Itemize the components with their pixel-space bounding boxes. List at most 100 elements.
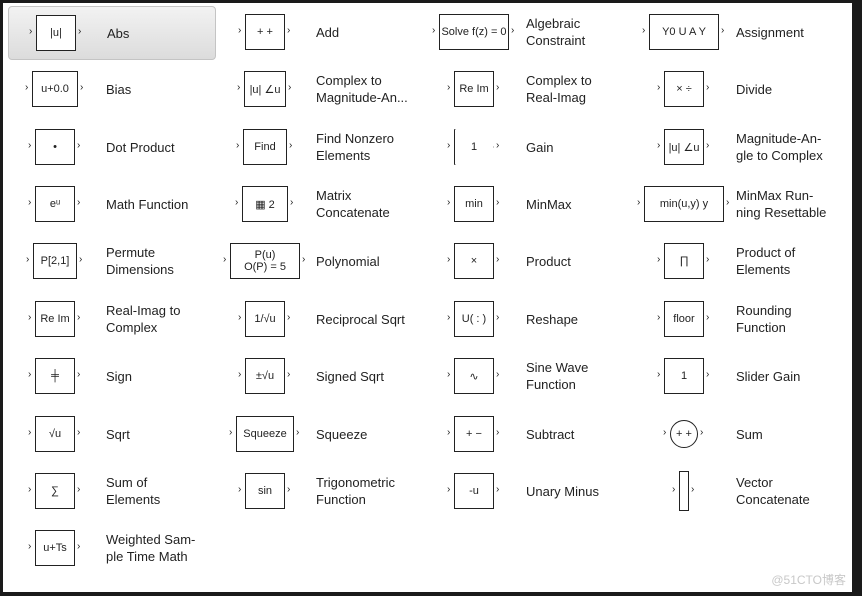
block-matrix-concatenate[interactable]: ▦ 2 › › Matrix Concatenate <box>218 178 424 230</box>
block-slider-gain[interactable]: 1 › › Slider Gain <box>638 350 844 402</box>
output-port-icon: › <box>496 312 500 323</box>
block-label: Matrix Concatenate <box>316 188 390 220</box>
block-label: Bias <box>106 81 132 97</box>
block-label: Sine Wave Function <box>526 360 589 392</box>
block-icon: |u| ∠u <box>244 71 286 107</box>
block-squeeze[interactable]: Squeeze › › Squeeze <box>218 408 424 460</box>
block-subtract[interactable]: + − › › Subtract <box>428 408 634 460</box>
block-add[interactable]: + + › › Add <box>218 6 424 58</box>
block-sum-of-elements[interactable]: ∑ › › Sum of Elements <box>8 465 214 517</box>
block-minmax[interactable]: min › › MinMax <box>428 178 634 230</box>
input-port-icon: › <box>657 369 661 380</box>
block-bias[interactable]: u+0.0 › › Bias <box>8 63 214 115</box>
block-reciprocal-sqrt[interactable]: 1/√u › › Reciprocal Sqrt <box>218 293 424 345</box>
block-label: Sqrt <box>106 426 130 442</box>
output-port-icon: › <box>77 427 81 438</box>
block-math-function[interactable]: eᵘ › › Math Function <box>8 178 214 230</box>
block-icon: |u| <box>36 15 76 51</box>
block-label: Abs <box>107 25 130 41</box>
block-real-imag-to-complex[interactable]: Re Im › › Real-Imag to Complex <box>8 293 214 345</box>
output-port-icon: › <box>496 484 500 495</box>
block-label: Math Function <box>106 196 189 212</box>
block-icon: Re Im <box>35 301 75 337</box>
input-port-icon: › <box>637 197 641 208</box>
block-product[interactable]: × › › Product <box>428 235 634 287</box>
block-icon: 1 <box>454 129 494 165</box>
block-label: Weighted Sam- ple Time Math <box>106 532 196 564</box>
block-polynomial[interactable]: P(u) O(P) = 5 › › Polynomial <box>218 235 424 287</box>
block-icon: sin <box>245 473 285 509</box>
block-sign[interactable]: ╪ › › Sign <box>8 350 214 402</box>
block-complex-to-magnitude-an[interactable]: |u| ∠u › › Complex to Magnitude-An... <box>218 63 424 115</box>
block-icon: P(u) O(P) = 5 <box>230 243 300 279</box>
block-algebraic-constraint[interactable]: Solve f(z) = 0 › › Algebraic Constraint <box>428 6 634 58</box>
block-abs[interactable]: |u| › › Abs <box>8 6 216 60</box>
input-port-icon: › <box>28 140 32 151</box>
input-port-icon: › <box>447 82 451 93</box>
block-permute-dimensions[interactable]: P[2,1] › › Permute Dimensions <box>8 235 214 287</box>
input-port-icon: › <box>657 82 661 93</box>
block-gain[interactable]: 1 › › Gain <box>428 121 634 173</box>
output-port-icon: › <box>77 369 81 380</box>
block-complex-to-real-imag[interactable]: Re Im › › Complex to Real-Imag <box>428 63 634 115</box>
block-magnitude-an-gle-to-complex[interactable]: |u| ∠u › › Magnitude-An- gle to Complex <box>638 121 844 173</box>
block-assignment[interactable]: Y0 U A Y › › Assignment <box>638 6 844 58</box>
block-dot-product[interactable]: • › › Dot Product <box>8 121 214 173</box>
block-icon: • <box>35 129 75 165</box>
input-port-icon: › <box>28 427 32 438</box>
output-port-icon: › <box>496 369 500 380</box>
input-port-icon: › <box>238 369 242 380</box>
block-vector-concatenate[interactable]: › › Vector Concatenate <box>638 465 844 517</box>
output-port-icon: › <box>706 140 710 151</box>
block-icon: + − <box>454 416 494 452</box>
block-label: Rounding Function <box>736 303 792 335</box>
input-port-icon: › <box>26 254 30 265</box>
input-port-icon: › <box>235 197 239 208</box>
block-label: Real-Imag to Complex <box>106 303 181 335</box>
block-icon: 1/√u <box>245 301 285 337</box>
block-icon: × ÷ <box>664 71 704 107</box>
block-sine-wave-function[interactable]: ∿ › › Sine Wave Function <box>428 350 634 402</box>
block-weighted-sam-ple-time-math[interactable]: u+Ts › › Weighted Sam- ple Time Math <box>8 522 214 574</box>
block-icon: + + <box>245 14 285 50</box>
output-port-icon: › <box>77 140 81 151</box>
output-port-icon: › <box>289 140 293 151</box>
block-signed-sqrt[interactable]: ±√u › › Signed Sqrt <box>218 350 424 402</box>
block-label: Reshape <box>526 311 579 327</box>
block-label: Magnitude-An- gle to Complex <box>736 131 823 163</box>
block-rounding-function[interactable]: floor › › Rounding Function <box>638 293 844 345</box>
watermark: @51CTO博客 <box>771 573 846 587</box>
block-icon: min <box>454 186 494 222</box>
input-port-icon: › <box>229 427 233 438</box>
block-sqrt[interactable]: √u › › Sqrt <box>8 408 214 460</box>
output-port-icon: › <box>287 312 291 323</box>
input-port-icon: › <box>238 25 242 36</box>
output-port-icon: › <box>296 427 300 438</box>
block-sum[interactable]: + + › › Sum <box>638 408 844 460</box>
block-label: Product <box>526 253 571 269</box>
input-port-icon: › <box>238 484 242 495</box>
block-trigonometric-function[interactable]: sin › › Trigonometric Function <box>218 465 424 517</box>
output-port-icon: › <box>700 427 704 438</box>
block-icon: 1 <box>664 358 704 394</box>
output-port-icon: › <box>691 484 695 495</box>
output-port-icon: › <box>726 197 730 208</box>
input-port-icon: › <box>447 312 451 323</box>
block-icon: floor <box>664 301 704 337</box>
input-port-icon: › <box>663 427 667 438</box>
block-reshape[interactable]: U( : ) › › Reshape <box>428 293 634 345</box>
input-port-icon: › <box>447 140 451 151</box>
block-find-nonzero-elements[interactable]: Find › › Find Nonzero Elements <box>218 121 424 173</box>
block-unary-minus[interactable]: -u › › Unary Minus <box>428 465 634 517</box>
block-label: Reciprocal Sqrt <box>316 311 405 327</box>
input-port-icon: › <box>432 25 436 36</box>
block-minmax-run-ning-resettable[interactable]: min(u,y) y › › MinMax Run- ning Resettable <box>637 178 844 230</box>
block-icon: U( : ) <box>454 301 494 337</box>
block-icon: u+0.0 <box>32 71 78 107</box>
block-label: Sign <box>106 368 133 384</box>
block-label: Sum <box>736 426 763 442</box>
output-port-icon: › <box>287 484 291 495</box>
block-label: Assignment <box>736 24 804 40</box>
block-divide[interactable]: × ÷ › › Divide <box>638 63 844 115</box>
block-product-of-elements[interactable]: ∏ › › Product of Elements <box>638 235 844 287</box>
